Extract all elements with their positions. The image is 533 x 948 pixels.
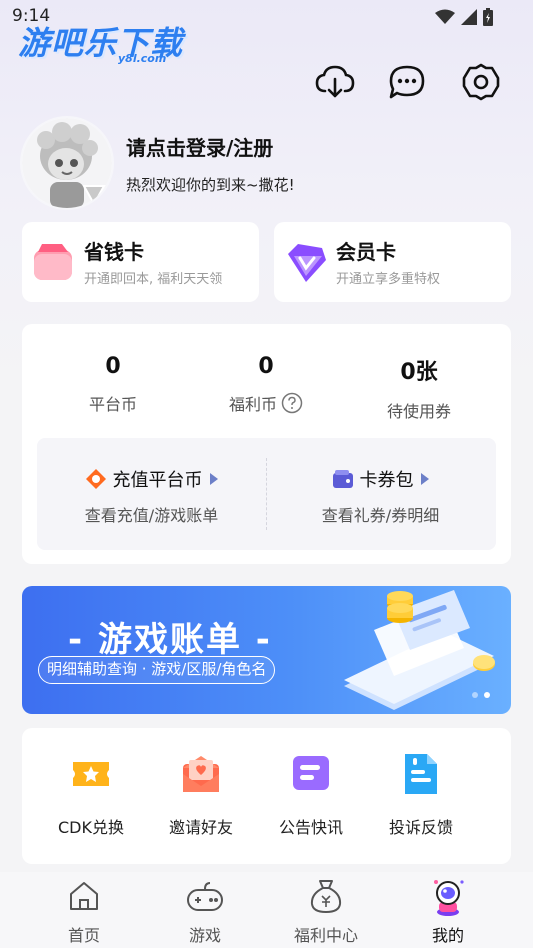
welcome-text: 热烈欢迎你的到来~撒花!	[126, 176, 295, 194]
banner-title: - 游戏账单 -	[68, 620, 272, 660]
welfare-coin-value: 0	[258, 354, 274, 379]
wallet-panel: 0 平台币 0 福利币 0张 待使用券 充值平台币 查看充值/游戏账单 卡券包	[22, 324, 511, 564]
wallet-actions: 充值平台币 查看充值/游戏账单 卡券包 查看礼券/券明细	[37, 438, 496, 550]
recharge-coin-icon	[85, 469, 106, 489]
cdk-label: CDK兑换	[58, 818, 124, 837]
announcement-icon	[293, 756, 329, 790]
feedback-document-icon	[405, 754, 437, 794]
wallet-icon	[332, 470, 353, 488]
coupon-wallet-button[interactable]: 卡券包 查看礼券/券明细	[266, 466, 495, 526]
save-card-icon	[34, 244, 72, 280]
invite-label: 邀请好友	[168, 818, 233, 837]
recharge-title: 充值平台币	[112, 470, 203, 491]
help-question-icon[interactable]	[281, 392, 303, 414]
coupon-label: 待使用券	[386, 402, 451, 421]
cdk-redeem-button[interactable]: CDK兑换	[36, 752, 146, 838]
invite-envelope-icon	[183, 756, 219, 792]
welfare-coin-label: 福利币	[228, 395, 277, 414]
banner-dot	[472, 692, 478, 698]
banner-subtitle: 明细辅助查询 · 游戏/区服/角色名	[38, 656, 276, 684]
money-bag-icon	[310, 880, 342, 913]
message-icon[interactable]	[385, 60, 429, 104]
tab-home-label: 首页	[67, 926, 100, 945]
tab-welfare-center[interactable]: 福利中心	[271, 878, 381, 946]
settings-gear-icon[interactable]	[459, 60, 503, 104]
platform-coin-label: 平台币	[88, 395, 137, 414]
signal-icon	[461, 9, 477, 25]
coupon-value: 0张	[400, 360, 438, 385]
announcement-label: 公告快讯	[278, 818, 343, 837]
coupon-wallet-title: 卡券包	[359, 470, 414, 491]
invite-friends-button[interactable]: 邀请好友	[146, 752, 256, 838]
platform-coin-value: 0	[105, 354, 121, 379]
tab-games-label: 游戏	[188, 926, 221, 945]
welfare-coin-stat[interactable]: 0 福利币	[196, 354, 336, 415]
coupon-stat[interactable]: 0张 待使用券	[349, 354, 489, 422]
recharge-subtitle: 查看充值/游戏账单	[84, 506, 219, 525]
recharge-platform-coin-button[interactable]: 充值平台币 查看充值/游戏账单	[37, 466, 266, 526]
platform-coin-stat[interactable]: 0 平台币	[43, 354, 183, 415]
cdk-ticket-icon	[73, 762, 109, 786]
watermark-domain: y8l.com	[118, 52, 167, 65]
save-card-subtitle: 开通即回本, 福利天天领	[84, 272, 223, 287]
tools-panel: CDK兑换 邀请好友 公告快讯 投诉反馈	[22, 728, 511, 864]
tab-games[interactable]: 游戏	[150, 878, 260, 946]
battery-icon	[483, 8, 493, 26]
vip-member-card[interactable]: 会员卡 开通立享多重特权	[274, 222, 511, 302]
vip-diamond-icon	[288, 244, 326, 282]
cloud-download-icon[interactable]	[313, 60, 357, 104]
save-money-card[interactable]: 省钱卡 开通即回本, 福利天天领	[22, 222, 259, 302]
game-bill-banner[interactable]: - 游戏账单 - 明细辅助查询 · 游戏/区服/角色名	[22, 586, 511, 714]
status-icons	[435, 8, 493, 26]
play-arrow-icon	[209, 473, 218, 485]
coupon-wallet-subtitle: 查看礼券/券明细	[321, 506, 440, 525]
feedback-button[interactable]: 投诉反馈	[366, 752, 476, 838]
save-card-title: 省钱卡	[84, 240, 144, 264]
gamepad-icon	[187, 882, 223, 911]
profile-astronaut-icon	[434, 880, 464, 916]
play-arrow-icon	[420, 473, 429, 485]
login-register-link[interactable]: 请点击登录/注册	[126, 132, 273, 161]
bottom-tab-bar: 首页 游戏 福利中心 我的	[0, 872, 533, 948]
tab-home[interactable]: 首页	[29, 878, 139, 946]
avatar-character-icon	[22, 118, 112, 208]
tab-mine[interactable]: 我的	[393, 878, 503, 946]
tab-welfare-label: 福利中心	[293, 926, 358, 945]
home-icon	[70, 882, 98, 910]
banner-dot-active	[484, 692, 490, 698]
announcement-button[interactable]: 公告快讯	[256, 752, 366, 838]
feedback-label: 投诉反馈	[388, 818, 453, 837]
avatar[interactable]	[22, 118, 112, 208]
wifi-icon	[435, 9, 455, 24]
banner-pagination	[472, 692, 490, 698]
vip-card-subtitle: 开通立享多重特权	[336, 272, 441, 287]
tab-mine-label: 我的	[431, 926, 464, 945]
vip-card-title: 会员卡	[336, 240, 396, 264]
